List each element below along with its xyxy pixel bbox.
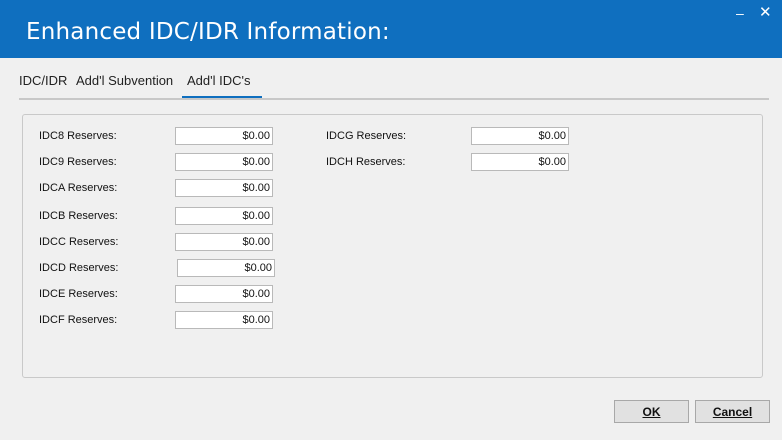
idcb-field[interactable]: $0.00 [175, 207, 273, 225]
idce-field[interactable]: $0.00 [175, 285, 273, 303]
tab-idc-idr[interactable]: IDC/IDR [19, 73, 67, 88]
idcf-field[interactable]: $0.00 [175, 311, 273, 329]
idcd-field[interactable]: $0.00 [177, 259, 275, 277]
idcg-label: IDCG Reserves: [326, 130, 407, 142]
idcb-label: IDCB Reserves: [39, 210, 118, 222]
idce-label: IDCE Reserves: [39, 288, 118, 300]
idch-field[interactable]: $0.00 [471, 153, 569, 171]
ok-button-label: OK [642, 405, 661, 419]
idc8-field[interactable]: $0.00 [175, 127, 273, 145]
idch-label: IDCH Reserves: [326, 156, 406, 168]
idc9-field[interactable]: $0.00 [175, 153, 273, 171]
window-title: Enhanced IDC/IDR Information: [26, 19, 390, 45]
ok-button[interactable]: OK [614, 400, 689, 423]
cancel-button[interactable]: Cancel [695, 400, 770, 423]
idc8-label: IDC8 Reserves: [39, 130, 117, 142]
cancel-button-label: Cancel [712, 405, 753, 419]
tab-addl-idcs[interactable]: Add'l IDC's [181, 73, 264, 99]
minimize-icon[interactable]: – [736, 6, 744, 20]
close-icon[interactable]: ✕ [759, 5, 772, 20]
idc9-label: IDC9 Reserves: [39, 156, 117, 168]
idca-field[interactable]: $0.00 [175, 179, 273, 197]
idcg-field[interactable]: $0.00 [471, 127, 569, 145]
reserves-panel: IDC8 Reserves: $0.00 IDC9 Reserves: $0.0… [22, 114, 763, 378]
idca-label: IDCA Reserves: [39, 182, 118, 194]
title-bar: Enhanced IDC/IDR Information: – ✕ [0, 0, 782, 58]
tab-divider [19, 98, 769, 100]
idcf-label: IDCF Reserves: [39, 314, 118, 326]
idcd-label: IDCD Reserves: [39, 262, 119, 274]
idcc-label: IDCC Reserves: [39, 236, 119, 248]
tab-addl-subvention[interactable]: Add'l Subvention [76, 73, 173, 88]
idcc-field[interactable]: $0.00 [175, 233, 273, 251]
